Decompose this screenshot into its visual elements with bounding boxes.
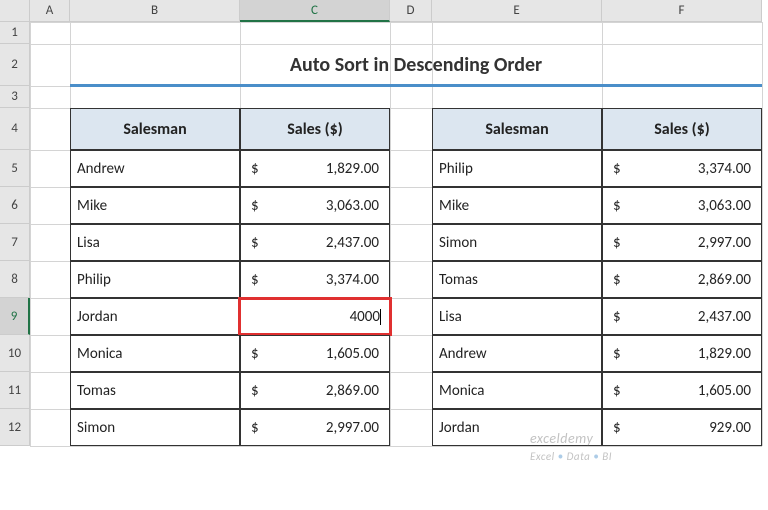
currency-symbol: $	[613, 234, 621, 252]
currency-symbol: $	[251, 382, 259, 400]
sales-value: 1,605.00	[326, 345, 379, 363]
watermark: exceldemy Excel • Data • BI	[530, 430, 612, 464]
currency-symbol: $	[613, 197, 621, 215]
gridline	[30, 446, 762, 447]
table-cell-name[interactable]: Philip	[70, 261, 240, 298]
currency-symbol: $	[251, 345, 259, 363]
sales-value: 3,063.00	[326, 197, 379, 215]
table-cell-sales[interactable]: $3,374.00	[240, 261, 390, 298]
column-headers: ABCDEF	[30, 0, 762, 22]
table-cell-sales[interactable]: $1,605.00	[240, 335, 390, 372]
col-header-B[interactable]: B	[70, 0, 240, 22]
table-cell-sales[interactable]: $3,374.00	[602, 150, 762, 187]
table-cell-sales[interactable]: $3,063.00	[240, 187, 390, 224]
currency-symbol: $	[613, 419, 621, 437]
table-cell-name[interactable]: Andrew	[70, 150, 240, 187]
grid-area: Auto Sort in Descending OrderSalesmanSal…	[30, 22, 762, 446]
row-header-12[interactable]: 12	[0, 409, 30, 446]
table-cell-name[interactable]: Lisa	[432, 298, 602, 335]
table-cell-sales[interactable]: $2,869.00	[240, 372, 390, 409]
gridline	[762, 22, 763, 446]
editing-value: 4000	[350, 308, 380, 326]
table-header[interactable]: Salesman	[432, 108, 602, 150]
currency-symbol: $	[613, 382, 621, 400]
watermark-text: exceldemy	[530, 430, 593, 447]
text-cursor	[380, 309, 381, 325]
table-cell-sales[interactable]: $3,063.00	[602, 187, 762, 224]
currency-symbol: $	[251, 197, 259, 215]
sales-value: 2,997.00	[326, 419, 379, 437]
table-cell-name[interactable]: Mike	[432, 187, 602, 224]
table-cell-sales[interactable]: $1,829.00	[602, 335, 762, 372]
row-header-7[interactable]: 7	[0, 224, 30, 261]
col-header-D[interactable]: D	[390, 0, 432, 22]
table-cell-name[interactable]: Jordan	[70, 298, 240, 335]
col-header-E[interactable]: E	[432, 0, 602, 22]
table-cell-sales[interactable]: $1,605.00	[602, 372, 762, 409]
table-cell-sales[interactable]: $929.00	[602, 409, 762, 446]
table-cell-name[interactable]: Philip	[432, 150, 602, 187]
select-all-corner[interactable]	[0, 0, 30, 22]
table-cell-name[interactable]: Monica	[70, 335, 240, 372]
currency-symbol: $	[613, 160, 621, 178]
row-header-1[interactable]: 1	[0, 22, 30, 44]
sales-value: 929.00	[709, 419, 751, 437]
col-header-C[interactable]: C	[240, 0, 390, 22]
table-cell-sales[interactable]: $2,437.00	[602, 298, 762, 335]
sales-value: 3,063.00	[698, 197, 751, 215]
col-header-F[interactable]: F	[602, 0, 762, 22]
table-cell-sales[interactable]: $2,997.00	[240, 409, 390, 446]
table-header[interactable]: Sales ($)	[602, 108, 762, 150]
sales-value: 1,605.00	[698, 382, 751, 400]
table-cell-sales[interactable]: $2,437.00	[240, 224, 390, 261]
row-header-9[interactable]: 9	[0, 298, 30, 335]
spreadsheet-root: ABCDEF 123456789101112 Auto Sort in Desc…	[0, 0, 768, 510]
currency-symbol: $	[613, 271, 621, 289]
table-cell-name[interactable]: Tomas	[432, 261, 602, 298]
currency-symbol: $	[613, 308, 621, 326]
active-editing-cell[interactable]: 4000	[238, 297, 392, 336]
row-headers: 123456789101112	[0, 22, 30, 446]
table-cell-name[interactable]: Andrew	[432, 335, 602, 372]
row-header-4[interactable]: 4	[0, 108, 30, 150]
row-header-6[interactable]: 6	[0, 187, 30, 224]
row-header-8[interactable]: 8	[0, 261, 30, 298]
sales-value: 3,374.00	[698, 160, 751, 178]
currency-symbol: $	[613, 345, 621, 363]
page-title: Auto Sort in Descending Order	[70, 44, 762, 86]
table-cell-name[interactable]: Lisa	[70, 224, 240, 261]
row-header-11[interactable]: 11	[0, 372, 30, 409]
table-cell-name[interactable]: Monica	[432, 372, 602, 409]
row-header-5[interactable]: 5	[0, 150, 30, 187]
row-header-3[interactable]: 3	[0, 86, 30, 108]
gridline	[30, 22, 762, 23]
sales-value: 1,829.00	[698, 345, 751, 363]
table-cell-sales[interactable]: $2,869.00	[602, 261, 762, 298]
sales-value: 3,374.00	[326, 271, 379, 289]
sales-value: 2,437.00	[698, 308, 751, 326]
col-header-A[interactable]: A	[30, 0, 70, 22]
table-header[interactable]: Salesman	[70, 108, 240, 150]
currency-symbol: $	[251, 234, 259, 252]
sales-value: 2,997.00	[698, 234, 751, 252]
table-cell-sales[interactable]: $2,997.00	[602, 224, 762, 261]
table-cell-name[interactable]: Mike	[70, 187, 240, 224]
row-header-2[interactable]: 2	[0, 44, 30, 86]
currency-symbol: $	[251, 160, 259, 178]
sales-value: 2,869.00	[698, 271, 751, 289]
table-header[interactable]: Sales ($)	[240, 108, 390, 150]
sales-value: 2,869.00	[326, 382, 379, 400]
row-header-10[interactable]: 10	[0, 335, 30, 372]
table-cell-sales[interactable]: $1,829.00	[240, 150, 390, 187]
table-cell-name[interactable]: Simon	[432, 224, 602, 261]
title-underline	[70, 84, 762, 87]
sales-value: 2,437.00	[326, 234, 379, 252]
sales-value: 1,829.00	[326, 160, 379, 178]
currency-symbol: $	[251, 419, 259, 437]
table-cell-name[interactable]: Tomas	[70, 372, 240, 409]
currency-symbol: $	[251, 271, 259, 289]
table-cell-name[interactable]: Simon	[70, 409, 240, 446]
